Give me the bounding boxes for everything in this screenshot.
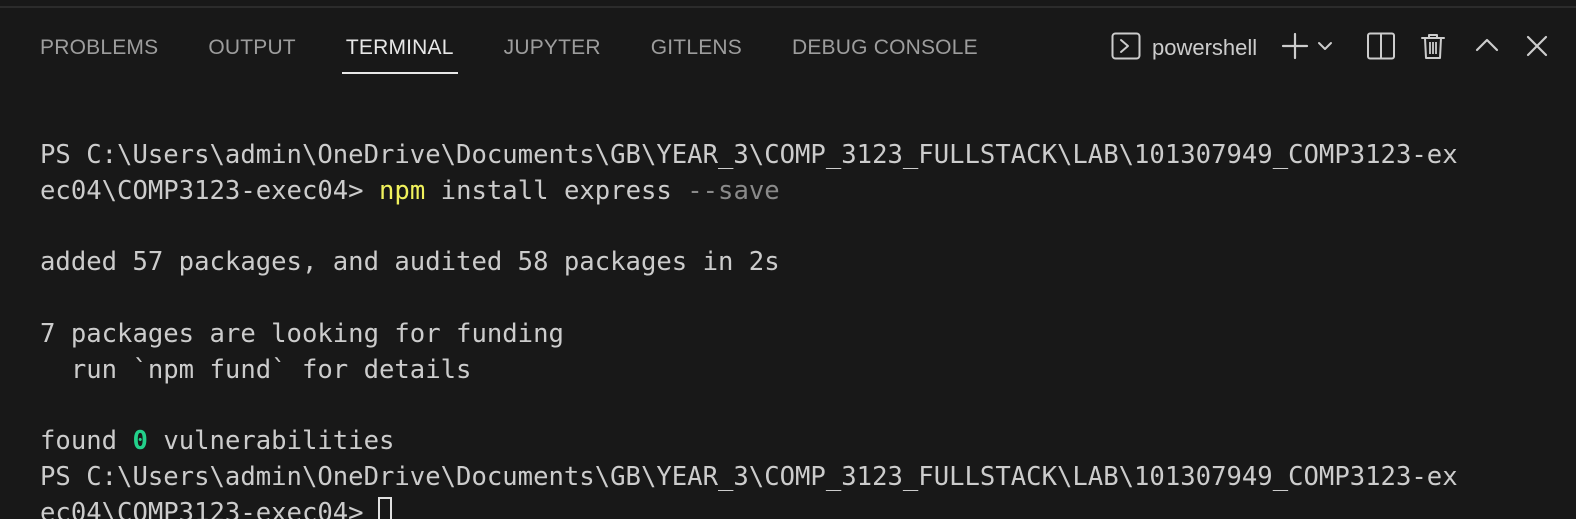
- panel-header: PROBLEMS OUTPUT TERMINAL JUPYTER GITLENS…: [0, 10, 1576, 80]
- tab-output[interactable]: OUTPUT: [208, 10, 296, 74]
- terminal-powershell-icon[interactable]: [1108, 29, 1144, 63]
- close-icon[interactable]: [1522, 29, 1552, 63]
- current-prompt-line: ec04\COMP3123-exec04>: [40, 496, 1540, 519]
- vulnerability-count: 0: [132, 426, 148, 457]
- command-line: ec04\COMP3123-exec04> npm install expres…: [40, 174, 1540, 210]
- prompt-line: PS C:\Users\admin\OneDrive\Documents\GB\…: [40, 140, 1458, 170]
- tab-terminal[interactable]: TERMINAL: [341, 10, 458, 74]
- added-packages-line: added 57 packages, and audited 58 packag…: [40, 247, 780, 278]
- panel-actions: powershell: [1106, 10, 1576, 80]
- tab-problems[interactable]: PROBLEMS: [40, 10, 158, 74]
- funding-line: 7 packages are looking for funding: [40, 318, 564, 349]
- command-args: install express: [440, 175, 672, 206]
- fund-hint-line: run `npm fund` for details: [40, 354, 472, 385]
- found-suffix: vulnerabilities: [163, 426, 395, 457]
- prompt-line: PS C:\Users\admin\OneDrive\Documents\GB\…: [40, 462, 1458, 493]
- command-name: npm: [379, 175, 426, 206]
- panel-top-border: [0, 0, 1576, 8]
- tab-gitlens[interactable]: GITLENS: [651, 10, 742, 74]
- terminal-output[interactable]: PS C:\Users\admin\OneDrive\Documents\GB\…: [40, 138, 1540, 519]
- chevron-down-icon[interactable]: [1314, 29, 1336, 63]
- prompt-path: ec04\COMP3123-exec04>: [40, 175, 364, 206]
- tab-jupyter[interactable]: JUPYTER: [504, 10, 601, 74]
- found-prefix: found: [40, 426, 118, 457]
- vulnerabilities-line: found 0 vulnerabilities: [40, 424, 1540, 460]
- trash-icon[interactable]: [1416, 29, 1450, 63]
- prompt-path: ec04\COMP3123-exec04>: [40, 497, 364, 519]
- tab-debug-console[interactable]: DEBUG CONSOLE: [792, 10, 978, 74]
- chevron-up-icon[interactable]: [1472, 29, 1502, 63]
- panel-tabs: PROBLEMS OUTPUT TERMINAL JUPYTER GITLENS…: [40, 10, 1028, 80]
- command-flag: --save: [687, 175, 780, 206]
- shell-name[interactable]: powershell: [1152, 29, 1257, 63]
- terminal-cursor: [377, 496, 392, 519]
- split-editor-icon[interactable]: [1364, 29, 1398, 63]
- plus-icon[interactable]: [1278, 29, 1312, 63]
